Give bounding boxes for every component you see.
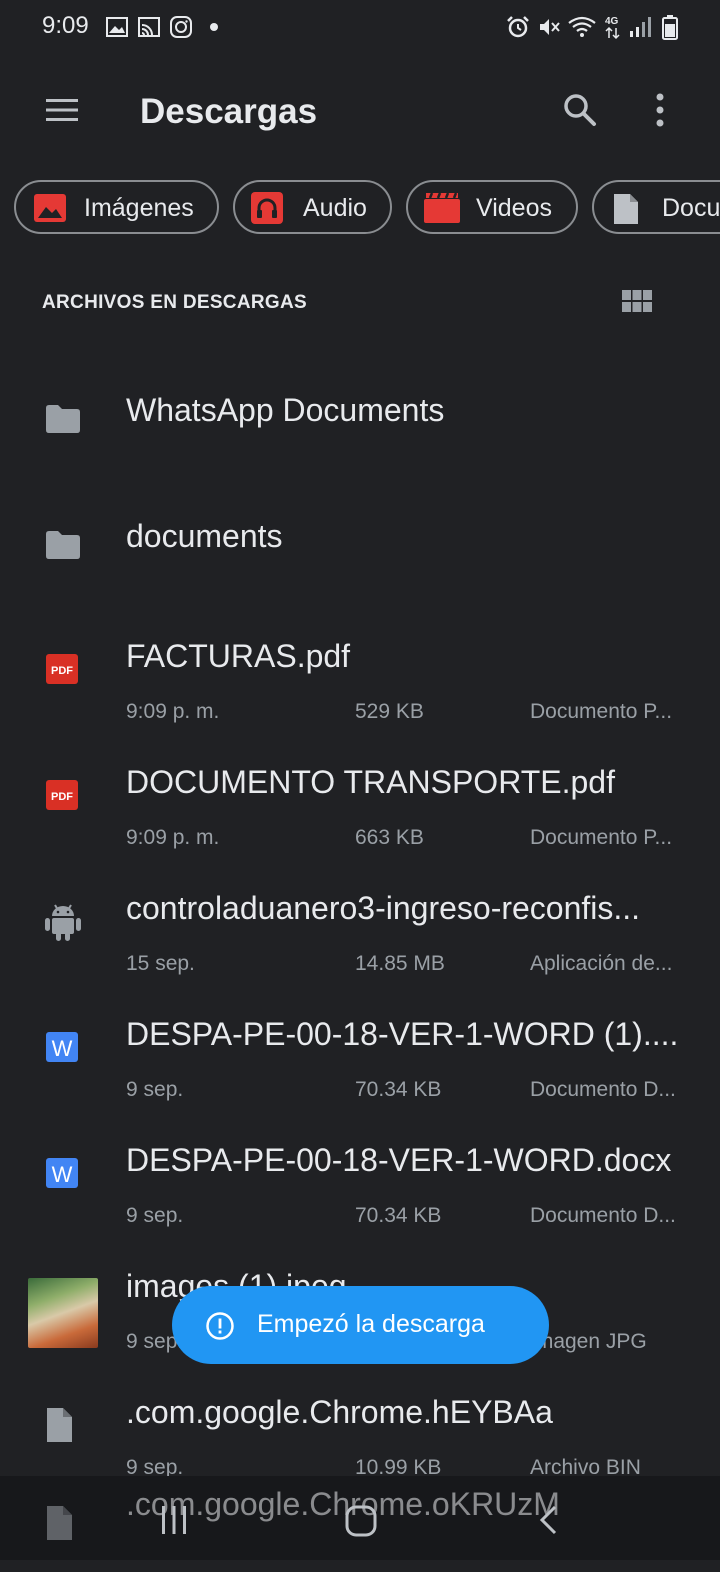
svg-text:4G: 4G [605, 16, 619, 27]
list-item-file[interactable]: controladuanero3-ingreso-reconfis... 15 … [0, 874, 720, 1000]
file-size: 14.85 MB [355, 952, 445, 975]
back-icon[interactable] [536, 1504, 560, 1536]
status-time: 9:09 [42, 12, 89, 39]
battery-icon [662, 15, 678, 40]
chip-audio[interactable]: Audio [233, 180, 392, 234]
chip-documents[interactable]: Docu [592, 180, 720, 234]
file-name: WhatsApp Documents [126, 392, 445, 428]
file-name: .com.google.Chrome.hEYBAa [126, 1394, 553, 1430]
instagram-notification-icon [170, 16, 192, 38]
image-icon [34, 194, 66, 222]
info-icon [206, 1312, 234, 1340]
more-notifications-dot-icon [210, 23, 218, 31]
file-name: controladuanero3-ingreso-reconfis... [126, 890, 641, 926]
file-date: 9:09 p. m. [126, 826, 220, 849]
file-name: FACTURAS.pdf [126, 638, 351, 674]
menu-icon[interactable] [44, 96, 80, 124]
generic-file-icon [47, 1408, 72, 1442]
file-size: 663 KB [355, 826, 424, 849]
home-icon[interactable] [344, 1504, 378, 1538]
word-file-icon-label: W [52, 1162, 73, 1187]
chip-label: Videos [476, 194, 552, 222]
system-nav-bar: .com.google.Chrome.oKRUzM [0, 1476, 720, 1560]
pdf-file-icon: PDF [46, 654, 78, 684]
list-item-file[interactable]: W DESPA-PE-00-18-VER-1-WORD.docx 9 sep. … [0, 1126, 720, 1252]
search-icon[interactable] [562, 92, 598, 128]
category-chips: Imágenes Audio Videos Docu [0, 180, 720, 238]
pdf-file-icon: PDF [46, 780, 78, 810]
folder-icon [46, 405, 80, 433]
signal-icon [630, 17, 651, 37]
file-date: 9:09 p. m. [126, 700, 220, 723]
file-size: 70.34 KB [355, 1078, 442, 1101]
grid-view-icon[interactable] [622, 290, 652, 314]
video-icon [424, 193, 460, 223]
word-file-icon: W [46, 1032, 78, 1062]
file-type: Documento D... [530, 1078, 676, 1101]
more-options-icon[interactable] [652, 92, 668, 128]
chip-label: Audio [303, 194, 367, 222]
file-name: DESPA-PE-00-18-VER-1-WORD (1).... [126, 1016, 679, 1052]
mute-icon [540, 19, 560, 35]
file-type: Documento P... [530, 700, 673, 723]
lte-icon: 4G [605, 16, 620, 40]
file-size: 529 KB [355, 700, 424, 723]
file-name: DESPA-PE-00-18-VER-1-WORD.docx [126, 1142, 672, 1178]
chip-images[interactable]: Imágenes [14, 180, 219, 234]
file-type: Aplicación de... [530, 952, 673, 975]
generic-file-icon [47, 1506, 72, 1540]
file-type: Documento P... [530, 826, 673, 849]
list-item-file[interactable]: W DESPA-PE-00-18-VER-1-WORD (1).... 9 se… [0, 1000, 720, 1126]
section-title: ARCHIVOS EN DESCARGAS [42, 292, 307, 313]
list-item-file[interactable]: PDF FACTURAS.pdf 9:09 p. m. 529 KB Docum… [0, 622, 720, 748]
word-file-icon-label: W [52, 1036, 73, 1061]
pdf-file-icon-label: PDF [51, 665, 73, 677]
wifi-icon [568, 16, 596, 37]
chip-label: Imágenes [84, 194, 194, 222]
file-name: .com.google.Chrome.oKRUzM [126, 1486, 560, 1522]
headphones-icon [251, 192, 283, 224]
file-date: 9 sep. [126, 1204, 184, 1227]
toast-message: Empezó la descarga [257, 1310, 485, 1338]
gallery-notification-icon [106, 17, 128, 37]
list-item-file[interactable]: PDF DOCUMENTO TRANSPORTE.pdf 9:09 p. m. … [0, 748, 720, 874]
document-icon [614, 194, 638, 224]
file-name: documents [126, 518, 283, 554]
cast-notification-icon [138, 17, 160, 37]
app-bar: Descargas [0, 56, 720, 166]
list-item-folder[interactable]: WhatsApp Documents [0, 356, 720, 482]
chip-videos[interactable]: Videos [406, 180, 578, 234]
android-app-icon [45, 904, 81, 941]
file-date: 15 sep. [126, 952, 195, 975]
folder-icon [46, 531, 80, 559]
status-bar: 9:09 4G [0, 0, 720, 56]
word-file-icon: W [46, 1158, 78, 1188]
chip-label: Docu [662, 194, 720, 222]
recent-apps-icon[interactable] [158, 1504, 190, 1536]
file-name: DOCUMENTO TRANSPORTE.pdf [126, 764, 615, 800]
file-size: 70.34 KB [355, 1204, 442, 1227]
pdf-file-icon-label: PDF [51, 791, 73, 803]
page-title: Descargas [140, 92, 318, 131]
download-toast: Empezó la descarga [172, 1286, 549, 1364]
alarm-icon [507, 16, 529, 38]
image-thumbnail [28, 1278, 98, 1348]
file-date: 9 sep. [126, 1078, 184, 1101]
file-type: Imagen JPG [530, 1330, 647, 1353]
file-type: Documento D... [530, 1204, 676, 1227]
list-item-folder[interactable]: documents [0, 482, 720, 608]
